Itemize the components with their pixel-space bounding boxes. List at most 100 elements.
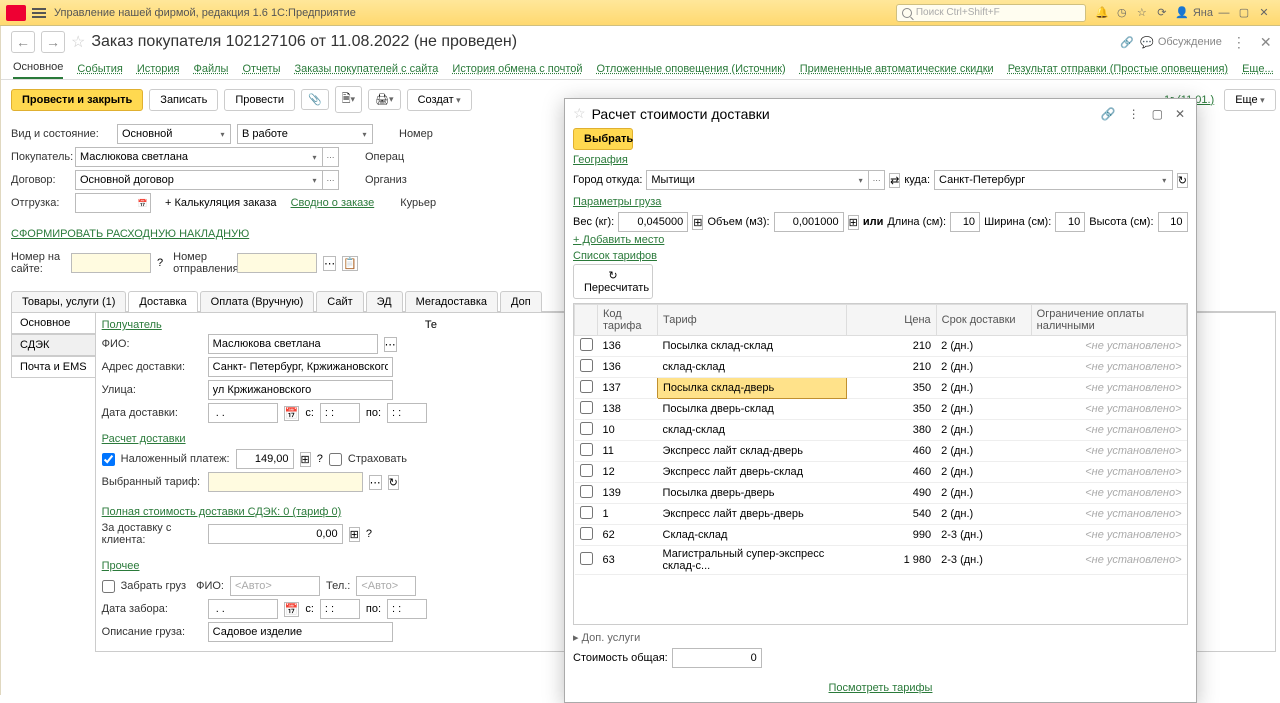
addr-input[interactable] <box>208 357 393 377</box>
time-from[interactable] <box>320 403 360 423</box>
row-check[interactable] <box>580 485 593 498</box>
tarif-row[interactable]: 11Экспресс лайт склад-дверь4602 (дн.)<не… <box>575 441 1187 462</box>
doctab-1[interactable]: События <box>77 63 122 79</box>
link-icon[interactable]: 🔗 <box>1120 36 1134 49</box>
bell-icon[interactable]: 🔔 <box>1093 4 1111 22</box>
q2-icon[interactable]: ? <box>317 453 323 465</box>
scan-button[interactable]: 🗎 <box>335 86 362 113</box>
maximize-icon[interactable]: ▢ <box>1235 4 1253 22</box>
pickup-tel[interactable] <box>356 576 416 596</box>
ptime-from[interactable] <box>320 599 360 619</box>
row-check[interactable] <box>580 506 593 519</box>
doctab-4[interactable]: Отчеты <box>242 63 280 79</box>
doctab-7[interactable]: Отложенные оповещения (Источник) <box>597 63 786 79</box>
menu-icon[interactable] <box>32 6 46 20</box>
total-input[interactable] <box>672 648 762 668</box>
row-check[interactable] <box>580 359 593 372</box>
create-button[interactable]: Создат <box>407 89 472 111</box>
subtab-5[interactable]: Мегадоставка <box>405 291 498 312</box>
doctab-9[interactable]: Результат отправки (Простые оповещения) <box>1008 63 1228 79</box>
hei-input[interactable] <box>1158 212 1188 232</box>
tarif-row[interactable]: 63Магистральный супер-экспресс склад-с..… <box>575 546 1187 575</box>
city-from-input[interactable] <box>646 170 853 190</box>
close-icon[interactable]: ✕ <box>1255 4 1273 22</box>
buyer-input[interactable] <box>75 147 307 167</box>
tarif-row[interactable]: 62Склад-склад9902-3 (дн.)<не установлено… <box>575 525 1187 546</box>
delivdate-input[interactable] <box>208 403 278 423</box>
post-button[interactable]: Провести <box>224 89 295 111</box>
subtab-2[interactable]: Оплата (Вручную) <box>200 291 315 312</box>
global-search[interactable]: Поиск Ctrl+Shift+F <box>896 4 1086 22</box>
ship-date[interactable] <box>75 193 135 213</box>
cod-checkbox[interactable] <box>102 453 115 466</box>
tarif-input[interactable] <box>208 472 363 492</box>
refresh-icon[interactable]: ⟳ <box>1153 4 1171 22</box>
tarif-row[interactable]: 136Посылка склад-склад2102 (дн.)<не уста… <box>575 336 1187 357</box>
fio-input[interactable] <box>208 334 378 354</box>
recalc-button[interactable]: ↻ Пересчитать <box>573 264 653 299</box>
close-doc-button[interactable]: ✕ <box>1256 34 1276 51</box>
print-button[interactable]: 🖨 <box>368 89 401 110</box>
client-input[interactable] <box>208 524 343 544</box>
chat-button[interactable]: 💬 Обсуждение <box>1140 36 1222 49</box>
sitenum-input[interactable] <box>71 253 151 273</box>
modal-dots-icon[interactable]: ⋮ <box>1125 107 1143 121</box>
star-icon[interactable]: ☆ <box>1133 4 1151 22</box>
wid-input[interactable] <box>1055 212 1085 232</box>
row-check[interactable] <box>580 401 593 414</box>
q-icon[interactable]: ? <box>157 257 163 269</box>
doctab-5[interactable]: Заказы покупателей с сайта <box>294 63 438 79</box>
row-check[interactable] <box>580 380 593 393</box>
row-check[interactable] <box>580 422 593 435</box>
desc-input[interactable] <box>208 622 393 642</box>
forward-button[interactable]: → <box>41 31 65 53</box>
doctab-0[interactable]: Основное <box>13 61 63 79</box>
favorite-star[interactable]: ☆ <box>71 32 85 52</box>
subtab-6[interactable]: Доп <box>500 291 542 312</box>
view-tarifs-link[interactable]: Посмотреть тарифы <box>829 682 933 694</box>
sendnum-input[interactable] <box>237 253 317 273</box>
add-srv-toggle[interactable]: ▸ Доп. услуги <box>573 631 640 644</box>
pickup-fio[interactable] <box>230 576 320 596</box>
weight-input[interactable] <box>618 212 688 232</box>
city-to-input[interactable] <box>934 170 1157 190</box>
choose-button[interactable]: Выбрать <box>573 128 633 150</box>
add-place-link[interactable]: + Добавить место <box>573 234 1188 246</box>
row-check[interactable] <box>580 464 593 477</box>
tarif-row[interactable]: 138Посылка дверь-склад3502 (дн.)<не уста… <box>575 399 1187 420</box>
refresh-cities-icon[interactable]: ↻ <box>1177 173 1188 188</box>
user-avatar[interactable]: 👤 <box>1173 4 1191 22</box>
modal-max-icon[interactable]: ▢ <box>1149 107 1166 121</box>
len-input[interactable] <box>950 212 980 232</box>
row-check[interactable] <box>580 443 593 456</box>
status-combo[interactable] <box>117 124 215 144</box>
pickdate-input[interactable] <box>208 599 278 619</box>
doctab-2[interactable]: История <box>137 63 180 79</box>
tarif-row[interactable]: 136склад-склад2102 (дн.)<не установлено> <box>575 357 1187 378</box>
subtab-0[interactable]: Товары, услуги (1) <box>11 291 126 312</box>
tarif-row[interactable]: 10склад-склад3802 (дн.)<не установлено> <box>575 420 1187 441</box>
q3-icon[interactable]: ? <box>366 528 372 540</box>
modal-star[interactable]: ☆ <box>573 105 586 122</box>
vtab-1[interactable]: СДЭК <box>11 334 95 356</box>
work-combo[interactable] <box>237 124 357 144</box>
street-input[interactable] <box>208 380 393 400</box>
write-button[interactable]: Записать <box>149 89 218 111</box>
row-check[interactable] <box>580 527 593 540</box>
post-close-button[interactable]: Провести и закрыть <box>11 89 143 111</box>
tarif-row[interactable]: 1Экспресс лайт дверь-дверь5402 (дн.)<не … <box>575 504 1187 525</box>
tarif-table[interactable]: Код тарифаТарифЦенаСрок доставкиОграниче… <box>574 304 1187 575</box>
doctab-3[interactable]: Файлы <box>194 63 229 79</box>
free-link[interactable]: Сводно о заказе <box>291 197 375 209</box>
insure-checkbox[interactable] <box>329 453 342 466</box>
clock-icon[interactable]: ◷ <box>1113 4 1131 22</box>
doctab-6[interactable]: История обмена с почтой <box>452 63 582 79</box>
row-check[interactable] <box>580 338 593 351</box>
tarif-row[interactable]: 12Экспресс лайт дверь-склад4602 (дн.)<не… <box>575 462 1187 483</box>
attach-button[interactable]: 📎 <box>301 89 329 110</box>
dots-icon[interactable]: ⋮ <box>1228 34 1250 51</box>
swap-icon[interactable]: ⇄ <box>889 173 900 188</box>
contract-input[interactable] <box>75 170 307 190</box>
time-to[interactable] <box>387 403 427 423</box>
user-name[interactable]: Яна <box>1193 4 1213 22</box>
